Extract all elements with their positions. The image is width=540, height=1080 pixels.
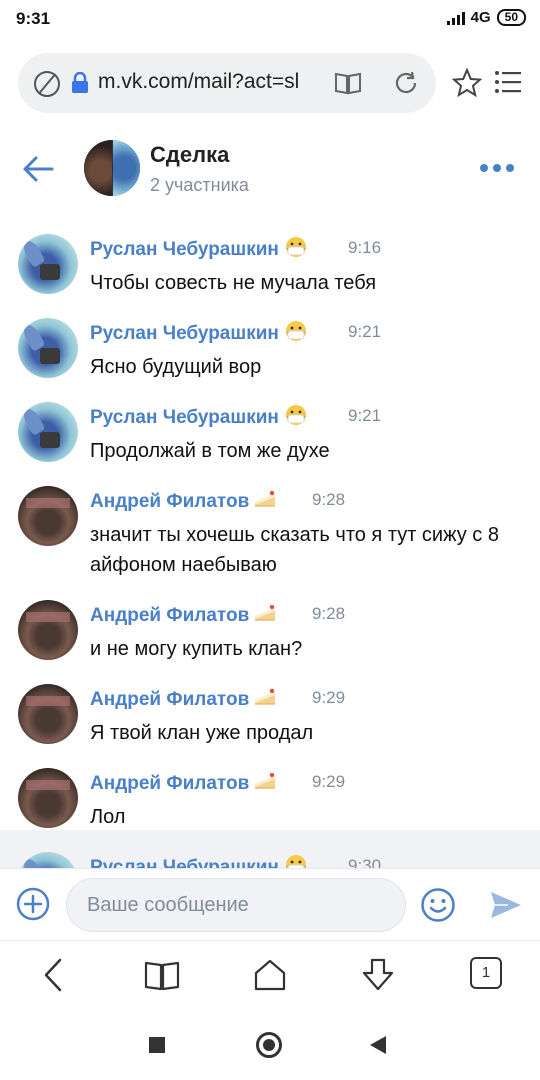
status-time: 9:31 xyxy=(16,9,51,28)
cake-emoji-icon xyxy=(253,770,279,798)
home-icon[interactable] xyxy=(252,957,288,993)
message-time: 9:21 xyxy=(348,322,382,341)
reload-icon[interactable] xyxy=(392,69,420,97)
home-button[interactable] xyxy=(256,1032,282,1058)
author-avatar[interactable] xyxy=(18,600,78,660)
author-avatar[interactable] xyxy=(18,684,78,744)
download-icon[interactable] xyxy=(360,957,396,993)
message-input[interactable] xyxy=(66,878,406,932)
back-arrow-icon[interactable] xyxy=(22,154,54,184)
system-navigation-bar xyxy=(0,1010,540,1080)
author-name[interactable]: Андрей Филатов xyxy=(90,605,249,626)
message-author[interactable]: Руслан Чебурашкин xyxy=(90,404,309,432)
bookmarks-book-icon[interactable] xyxy=(144,957,180,993)
browser-back-icon[interactable] xyxy=(36,957,72,993)
attach-plus-icon[interactable] xyxy=(16,887,50,921)
cake-emoji-icon xyxy=(253,602,279,630)
message-time: 9:16 xyxy=(348,238,382,257)
author-name[interactable]: Андрей Филатов xyxy=(90,689,249,710)
author-avatar[interactable] xyxy=(18,318,78,378)
medical-mask-emoji-icon xyxy=(283,320,309,348)
message-time: 9:30 xyxy=(348,856,382,868)
battery-icon: 50 xyxy=(496,9,526,26)
message-author[interactable]: Руслан Чебурашкин xyxy=(90,320,309,348)
message-text: Продолжай в том же духе xyxy=(90,440,330,462)
message-author[interactable]: Андрей Филатов xyxy=(90,488,279,516)
author-name[interactable]: Руслан Чебурашкин xyxy=(90,857,279,868)
signal-icon xyxy=(446,11,465,25)
author-name[interactable]: Андрей Филатов xyxy=(90,491,249,512)
bookmark-star-icon[interactable] xyxy=(452,68,482,98)
author-name[interactable]: Андрей Филатов xyxy=(90,773,249,794)
message-author[interactable]: Андрей Филатов xyxy=(90,686,279,714)
message-time: 9:29 xyxy=(312,688,346,707)
network-type: 4G xyxy=(470,9,491,26)
chat-members-count[interactable]: 2 участника xyxy=(150,175,249,196)
author-avatar[interactable] xyxy=(18,768,78,828)
chat-title[interactable]: Сделка xyxy=(150,142,229,168)
chat-avatar[interactable] xyxy=(84,140,140,196)
cake-emoji-icon xyxy=(253,686,279,714)
browser-menu-icon[interactable] xyxy=(494,70,522,94)
medical-mask-emoji-icon xyxy=(283,236,309,264)
url-text[interactable]: m.vk.com/mail?act=sl xyxy=(98,70,324,94)
emoji-icon[interactable] xyxy=(420,887,456,923)
author-avatar[interactable] xyxy=(18,234,78,294)
message-list[interactable]: Руслан Чебурашкин 9:16 Чтобы совесть не му… xyxy=(0,212,540,868)
message-item[interactable]: Андрей Филатов 9:28 значит ты хочешь сказа… xyxy=(0,464,540,584)
url-field[interactable]: m.vk.com/mail?act=sl xyxy=(18,53,436,113)
message-time: 9:28 xyxy=(312,604,346,623)
system-back-button[interactable] xyxy=(370,1036,386,1054)
author-name[interactable]: Руслан Чебурашкин xyxy=(90,239,279,260)
compose-bar xyxy=(0,868,540,940)
message-author[interactable]: Руслан Чебурашкин xyxy=(90,854,309,868)
chat-header: Сделка 2 участника xyxy=(0,126,540,212)
author-avatar[interactable] xyxy=(18,486,78,546)
browser-address-bar: m.vk.com/mail?act=sl xyxy=(0,38,540,126)
tabs-counter[interactable]: 1 xyxy=(470,957,502,989)
status-indicators: 4G 50 xyxy=(446,9,526,26)
author-avatar[interactable] xyxy=(18,852,78,868)
message-text: и не могу купить клан? xyxy=(90,638,303,660)
message-author[interactable]: Андрей Филатов xyxy=(90,602,279,630)
message-text: Ясно будущий вор xyxy=(90,356,262,378)
send-icon[interactable] xyxy=(490,891,522,919)
message-text: Чтобы совесть не мучала тебя xyxy=(90,272,377,294)
more-options-icon[interactable] xyxy=(480,164,514,174)
message-text: Лол xyxy=(90,806,126,828)
medical-mask-emoji-icon xyxy=(283,854,309,868)
message-time: 9:21 xyxy=(348,406,382,425)
message-item[interactable]: Руслан Чебурашкин 9:30 xyxy=(0,830,540,868)
reader-mode-icon[interactable] xyxy=(334,71,362,95)
ad-block-icon[interactable] xyxy=(34,71,60,97)
author-name[interactable]: Руслан Чебурашкин xyxy=(90,407,279,428)
cake-emoji-icon xyxy=(253,488,279,516)
message-text: значит ты хочешь сказать что я тут сижу … xyxy=(90,524,499,576)
browser-toolbar: 1 xyxy=(0,940,540,1010)
message-text: Я твой клан уже продал xyxy=(90,722,314,744)
message-author[interactable]: Андрей Филатов xyxy=(90,770,279,798)
message-author[interactable]: Руслан Чебурашкин xyxy=(90,236,309,264)
message-time: 9:28 xyxy=(312,490,346,509)
status-bar: 9:31 4G 50 xyxy=(0,0,540,38)
lock-icon xyxy=(72,72,88,93)
author-avatar[interactable] xyxy=(18,402,78,462)
author-name[interactable]: Руслан Чебурашкин xyxy=(90,323,279,344)
recents-button[interactable] xyxy=(149,1037,165,1053)
message-time: 9:29 xyxy=(312,772,346,791)
medical-mask-emoji-icon xyxy=(283,404,309,432)
